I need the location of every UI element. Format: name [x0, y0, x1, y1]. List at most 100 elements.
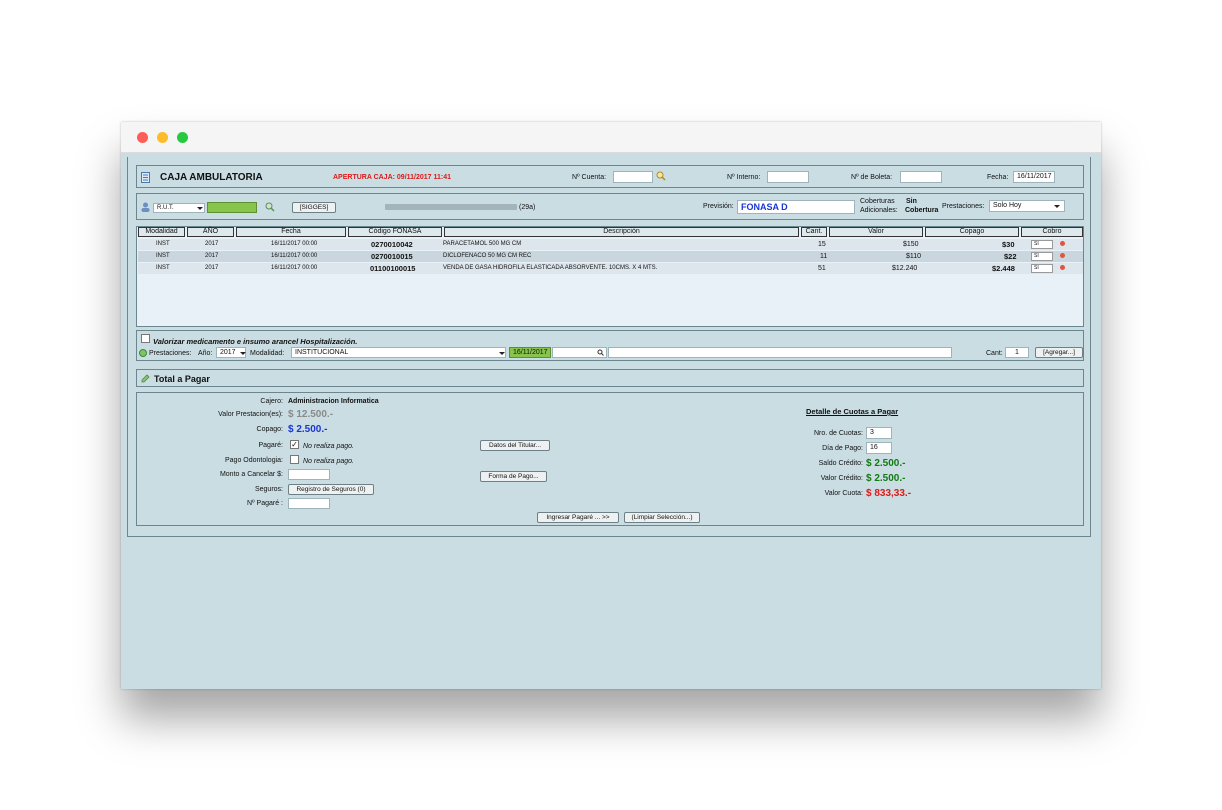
boleta-input[interactable] [900, 171, 942, 183]
valorizar-checkbox[interactable] [141, 334, 150, 343]
pagare-checkbox[interactable]: ✓ [290, 440, 299, 449]
search-icon[interactable] [656, 171, 666, 181]
chevron-down-icon [499, 352, 505, 355]
sigges-button[interactable]: [SIGGES] [292, 202, 336, 213]
fecha-label: Fecha: [987, 174, 1009, 181]
coberturas-value-cobertura: Cobertura [905, 207, 939, 214]
col-header-cobro: Cobro [1021, 227, 1083, 237]
cell-copago: $30 [1002, 240, 1015, 249]
maximize-window-button[interactable] [177, 132, 188, 143]
cuotas-title: Detalle de Cuotas a Pagar [806, 407, 899, 416]
col-header-valor: Valor [829, 227, 923, 237]
patient-name-redacted [385, 204, 517, 210]
monto-input[interactable] [288, 469, 330, 480]
cell-ano: 2017 [205, 253, 219, 259]
seguros-label: Seguros: [254, 486, 283, 493]
pagare-label: Pagaré: [258, 442, 283, 449]
copago-value: $ 2.500.- [288, 424, 328, 435]
saldo-credito-value: $ 2.500.- [866, 458, 906, 469]
table-row[interactable]: INST 2017 16/11/2017 00:00 0270010015 DI… [138, 251, 1083, 262]
registro-seguros-button[interactable]: Registro de Seguros (0) [288, 484, 374, 495]
cell-cant: 11 [820, 253, 828, 260]
rut-input[interactable] [207, 202, 257, 213]
cuenta-input[interactable] [613, 171, 653, 183]
prevision-label: Previsión: [703, 203, 734, 210]
cell-fecha: 16/11/2017 00:00 [271, 241, 318, 247]
prestaciones-filter-label: Prestaciones: [942, 203, 985, 210]
interno-input[interactable] [767, 171, 809, 183]
rut-type-value: R.U.T. [157, 205, 174, 211]
agregar-button[interactable]: [Agregar...] [1035, 347, 1083, 358]
window-titlebar [121, 122, 1101, 153]
dia-pago-input[interactable]: 16 [866, 442, 892, 454]
search-icon[interactable] [597, 349, 604, 356]
page-title: CAJA AMBULATORIA [160, 172, 263, 183]
minimize-window-button[interactable] [157, 132, 168, 143]
cell-modalidad: INST [156, 253, 170, 259]
valor-cuota-label: Valor Cuota: [824, 490, 863, 497]
monto-label: Monto a Cancelar $: [219, 471, 283, 478]
prestaciones-table-panel: Modalidad AÑO Fecha Código FONASA Descri… [136, 226, 1084, 327]
dia-pago-label: Día de Pago: [822, 445, 863, 452]
add-icon [139, 349, 147, 357]
pencil-icon [141, 374, 150, 383]
ingresar-pagare-button[interactable]: Ingresar Pagaré ... >> [537, 512, 619, 523]
cell-descripcion: PARACETAMOL 500 MG CM [443, 241, 522, 247]
forma-pago-button[interactable]: Forma de Pago... [480, 471, 547, 482]
remove-row-icon[interactable] [1060, 265, 1065, 270]
valorizar-label: Valorizar medicamento e insumo arancel H… [153, 337, 358, 346]
cell-cant: 15 [818, 241, 826, 248]
total-title: Total a Pagar [154, 374, 210, 384]
cell-cant: 51 [818, 265, 826, 272]
coberturas-label: Coberturas [860, 198, 895, 205]
table-row[interactable]: INST 2017 16/11/2017 00:00 0270010042 PA… [138, 239, 1083, 250]
chevron-down-icon [240, 352, 246, 355]
limpiar-seleccion-button[interactable]: (Limpiar Selección...) [624, 512, 700, 523]
cell-valor: $110 [906, 253, 922, 260]
boleta-label: Nº de Boleta: [851, 174, 893, 181]
search-icon[interactable] [265, 202, 275, 212]
cell-modalidad: INST [156, 265, 170, 271]
remove-row-icon[interactable] [1060, 241, 1065, 246]
pagare-note: No realiza pago. [303, 443, 354, 450]
cell-descripcion: VENDA DE GASA HIDROFILA ELASTICADA ABSOR… [443, 265, 658, 271]
cell-valor: $150 [903, 241, 919, 248]
cell-descripcion: DICLOFENACO 50 MG CM REC [443, 253, 532, 259]
col-header-modalidad: Modalidad [138, 227, 185, 237]
descripcion-search-input[interactable] [608, 347, 952, 358]
cuenta-label: Nº Cuenta: [572, 174, 607, 181]
fecha-input[interactable]: 16/11/2017 [1013, 171, 1055, 183]
fecha-prestacion-input[interactable]: 16/11/2017 [509, 347, 551, 358]
valor-prestaciones-value: $ 12.500.- [288, 409, 334, 420]
coberturas-value-sin: Sin [906, 198, 917, 205]
cant-input[interactable]: 1 [1005, 347, 1029, 358]
valor-credito-value: $ 2.500.- [866, 473, 906, 484]
col-header-fecha: Fecha [236, 227, 346, 237]
chevron-down-icon [1054, 205, 1060, 208]
document-icon [141, 172, 150, 183]
odontologia-checkbox[interactable] [290, 455, 299, 464]
numero-pagare-input[interactable] [288, 498, 330, 509]
table-row[interactable]: INST 2017 16/11/2017 00:00 01100100015 V… [138, 263, 1083, 274]
cell-codigo: 0270010015 [371, 252, 413, 261]
cobro-select[interactable]: SI [1031, 240, 1053, 249]
datos-titular-button[interactable]: Datos del Titular... [480, 440, 550, 451]
user-icon [141, 202, 150, 212]
modalidad-select[interactable]: INSTITUCIONAL [291, 347, 506, 358]
saldo-credito-label: Saldo Crédito: [818, 460, 863, 467]
nro-cuotas-input[interactable]: 3 [866, 427, 892, 439]
numero-pagare-label: Nº Pagaré : [246, 500, 283, 507]
cobro-select[interactable]: SI [1031, 252, 1053, 261]
cobro-select[interactable]: SI [1031, 264, 1053, 273]
cell-copago: $22 [1004, 252, 1017, 261]
modalidad-label: Modalidad: [250, 350, 285, 357]
col-header-cant: Cant. [801, 227, 827, 237]
col-header-codigo: Código FONASA [348, 227, 442, 237]
close-window-button[interactable] [137, 132, 148, 143]
valor-cuota-value: $ 833,33.- [866, 488, 912, 499]
header-panel: CAJA AMBULATORIA APERTURA CAJA: 09/11/20… [136, 165, 1084, 188]
col-header-ano: AÑO [187, 227, 234, 237]
chevron-down-icon [197, 207, 203, 210]
cell-modalidad: INST [156, 241, 170, 247]
remove-row-icon[interactable] [1060, 253, 1065, 258]
